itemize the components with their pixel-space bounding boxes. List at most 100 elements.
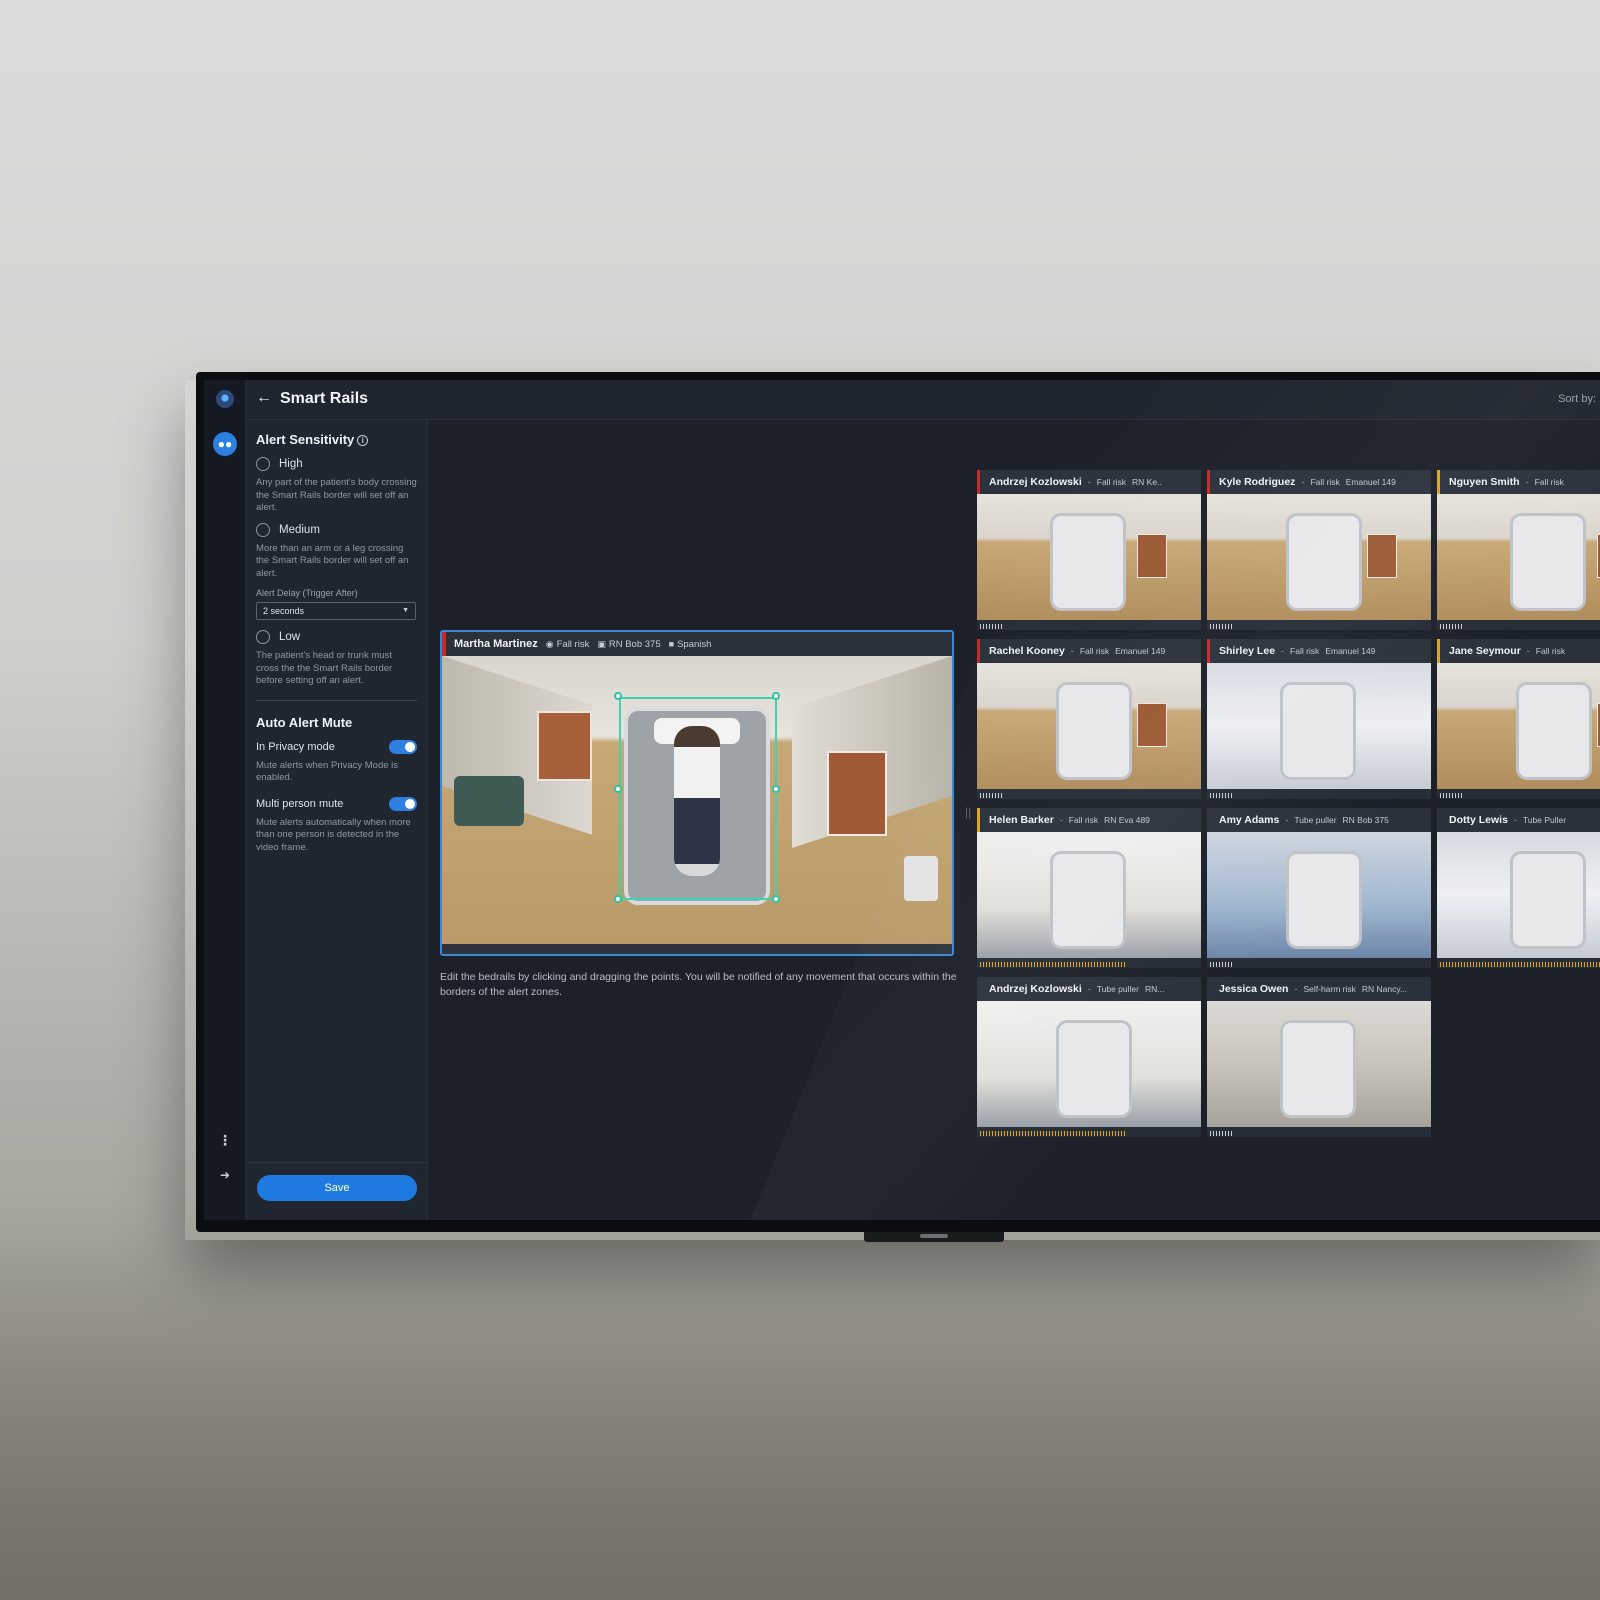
camera-tile[interactable]: Jane Seymour - Fall risk: [1437, 639, 1600, 799]
tile-patient-name: Andrzej Kozlowski: [989, 476, 1082, 488]
tile-video-feed[interactable]: [1437, 663, 1600, 789]
editor-nurse-tag: ▣ RN Bob 375: [597, 639, 660, 650]
tile-patient-name: Amy Adams: [1219, 814, 1280, 826]
rail-point-bottom-left[interactable]: [614, 895, 622, 903]
tile-risk: Fall risk: [1534, 477, 1564, 487]
camera-tile[interactable]: Amy Adams - Tube puller RN Bob 375: [1207, 808, 1431, 968]
tile-bed: [1059, 685, 1129, 777]
back-arrow-icon[interactable]: ←: [256, 389, 272, 407]
sensitivity-option-low[interactable]: Low: [256, 630, 417, 644]
tile-activity-meter: [980, 793, 1002, 798]
editor-nurse-text: RN Bob 375: [608, 638, 661, 650]
tile-risk: Fall risk: [1310, 477, 1340, 487]
panel-resize-handle[interactable]: ||: [965, 805, 971, 819]
tile-video-feed[interactable]: [977, 832, 1201, 958]
tile-meta: RN...: [1144, 984, 1165, 994]
bedrail-zone[interactable]: [619, 697, 777, 900]
tile-activity-meter: [1440, 624, 1462, 629]
patient-room-video[interactable]: [442, 656, 952, 944]
tile-video-feed[interactable]: [977, 494, 1201, 620]
sensitivity-option-medium[interactable]: Medium: [256, 522, 417, 537]
save-button[interactable]: Save: [257, 1175, 417, 1201]
eye-icon: ◉: [545, 638, 554, 649]
multi-person-row: Multi person mute: [256, 796, 417, 811]
privacy-mode-toggle[interactable]: [389, 739, 417, 754]
camera-tile[interactable]: Dotty Lewis - Tube Puller: [1437, 808, 1600, 968]
tile-video-feed[interactable]: [1437, 494, 1600, 620]
tile-video-feed[interactable]: [977, 1001, 1201, 1127]
sort-by-label[interactable]: Sort by:: [1558, 393, 1596, 405]
tile-video-feed[interactable]: [1207, 663, 1431, 789]
camera-tile[interactable]: Jessica Owen - Self-harm risk RN Nancy...: [1207, 977, 1431, 1137]
rail-point-top-left[interactable]: [614, 692, 622, 700]
section-divider: [256, 699, 417, 701]
editor-patient-name: Martha Martinez: [454, 638, 538, 650]
logout-icon[interactable]: ➜: [216, 1168, 234, 1186]
camera-tile-header: Helen Barker - Fall risk RN Eva 489: [977, 808, 1201, 832]
rail-point-mid-left[interactable]: [614, 785, 622, 793]
camera-tile[interactable]: Nguyen Smith - Fall risk: [1437, 470, 1600, 630]
camera-tile-header: Andrzej Kozlowski - Tube puller RN...: [977, 977, 1201, 1001]
camera-tile-header: Nguyen Smith - Fall risk: [1437, 470, 1600, 494]
tile-video-feed[interactable]: [1437, 832, 1600, 958]
camera-tile[interactable]: Andrzej Kozlowski - Tube puller RN...: [977, 977, 1201, 1137]
camera-logo-icon: [216, 390, 234, 408]
camera-tile-header: Jessica Owen - Self-harm risk RN Nancy...: [1207, 977, 1431, 1001]
tile-bed: [1513, 854, 1583, 946]
tile-risk: Fall risk: [1096, 477, 1127, 487]
tile-meta: RN Ke..: [1132, 477, 1162, 487]
more-vertical-icon[interactable]: ⋮: [217, 1132, 233, 1148]
panel-footer: Save: [246, 1162, 427, 1220]
rail-point-bottom-right[interactable]: [772, 895, 780, 903]
radio-medium[interactable]: [256, 522, 270, 537]
radio-label-low: Low: [279, 631, 301, 643]
editor-language-tag: ■ Spanish: [669, 639, 712, 650]
multi-person-toggle[interactable]: [389, 796, 417, 811]
tile-activity-meter: [1440, 793, 1462, 798]
tile-video-feed[interactable]: [1207, 494, 1431, 620]
camera-tile[interactable]: Rachel Kooney - Fall risk Emanuel 149: [977, 639, 1201, 799]
people-icon[interactable]: ●●: [213, 432, 237, 456]
tile-bed: [1519, 685, 1589, 777]
camera-tile[interactable]: Shirley Lee - Fall risk Emanuel 149: [1207, 639, 1431, 799]
alert-sensitivity-heading: Alert Sensitivity i: [256, 432, 417, 447]
tile-separator: -: [1070, 646, 1074, 656]
camera-tile[interactable]: Helen Barker - Fall risk RN Eva 489: [977, 808, 1201, 968]
camera-tile-header: Dotty Lewis - Tube Puller: [1437, 808, 1600, 832]
tile-activity-meter: [980, 624, 1002, 629]
camera-tile[interactable]: Andrzej Kozlowski - Fall risk RN Ke..: [977, 470, 1201, 630]
rail-point-top-right[interactable]: [772, 692, 780, 700]
editor-scrollbar[interactable]: [442, 944, 952, 954]
tile-risk: Fall risk: [1068, 815, 1099, 825]
tile-meta: RN Bob 375: [1342, 815, 1389, 825]
radio-high[interactable]: [256, 457, 270, 471]
tile-patient-name: Nguyen Smith: [1449, 476, 1520, 488]
radio-low[interactable]: [256, 630, 270, 644]
tile-video-feed[interactable]: [1207, 832, 1431, 958]
chevron-down-icon: ▼: [402, 607, 409, 614]
sensitivity-option-high[interactable]: High: [256, 457, 417, 471]
wall-shadow: [0, 1240, 1600, 1600]
page-title: Smart Rails: [280, 390, 369, 407]
camera-tile[interactable]: Kyle Rodriguez - Fall risk Emanuel 149: [1207, 470, 1431, 630]
tile-patient-name: Dotty Lewis: [1449, 814, 1508, 826]
multi-person-label: Multi person mute: [256, 797, 344, 810]
info-icon[interactable]: i: [357, 435, 369, 446]
tile-separator: -: [1281, 646, 1285, 656]
rail-point-mid-right[interactable]: [772, 785, 780, 793]
editor-risk-tag: ◉ Fall risk: [546, 639, 590, 650]
tile-meta: RN Eva 489: [1104, 815, 1150, 825]
tile-separator: -: [1301, 477, 1305, 487]
tile-patient-name: Helen Barker: [989, 814, 1054, 826]
alert-delay-select[interactable]: 2 seconds ▼: [256, 602, 416, 620]
camera-tile-header: Amy Adams - Tube puller RN Bob 375: [1207, 808, 1431, 832]
tile-activity-meter: [980, 1131, 1126, 1136]
tile-bed: [1289, 516, 1359, 608]
tile-video-feed[interactable]: [977, 663, 1201, 789]
tile-video-feed[interactable]: [1207, 1001, 1431, 1127]
editor-camera-header: Martha Martinez ◉ Fall risk ▣ RN Bob 375 ■…: [442, 632, 952, 656]
room-bin: [904, 856, 938, 901]
tile-bed: [1059, 1023, 1129, 1115]
tile-risk: Tube puller: [1096, 984, 1139, 994]
privacy-mode-label: In Privacy mode: [256, 740, 335, 753]
